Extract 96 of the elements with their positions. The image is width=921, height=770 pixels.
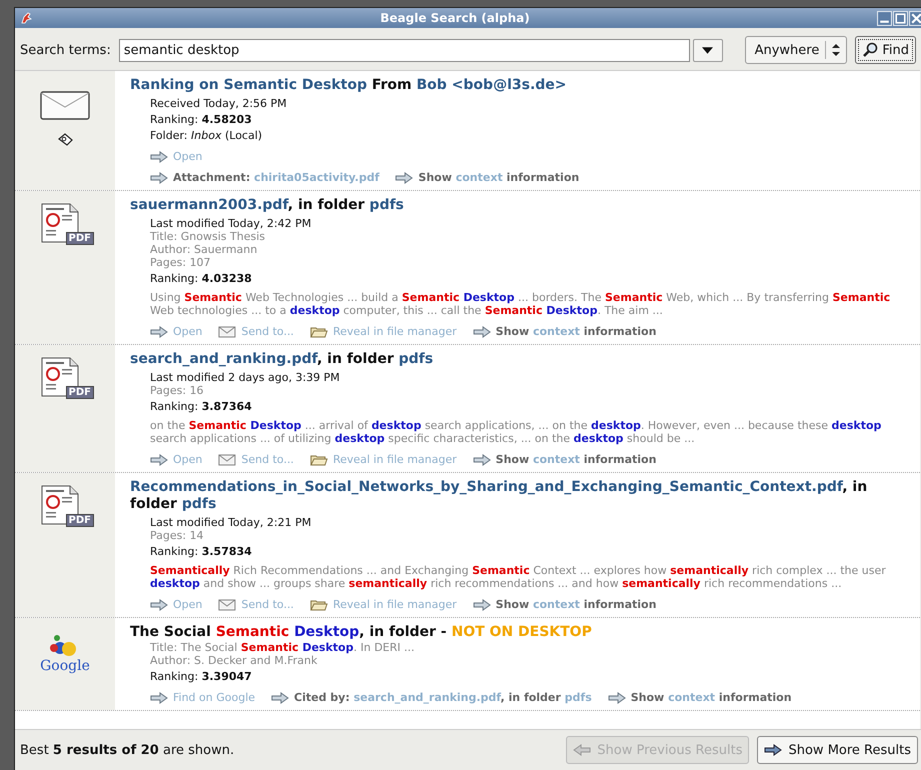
link[interactable]: chirita05activity.pdf	[254, 171, 380, 184]
folder-icon	[310, 326, 328, 338]
action-text: Show context information	[630, 691, 792, 704]
find-button[interactable]: Find	[855, 36, 916, 64]
action-link[interactable]: Send to...	[241, 325, 294, 338]
link[interactable]: search_and_ranking.pdf	[354, 691, 500, 704]
text-snippet: on the Semantic Desktop ... arrival of desktop search applications, ... on the desktop. However, even ... because these desktop search applications ... of utilizing desktop specific characteristics, ... on the desktop should be ...	[150, 419, 882, 445]
folder-icon	[310, 454, 328, 466]
result-detail: Ranking: 3.87364	[150, 400, 253, 413]
result-detail: Author: S. Decker and M.Frank	[150, 654, 318, 667]
arrow-icon	[395, 172, 414, 184]
arrow-icon	[150, 172, 168, 184]
action-text: Attachment: chirita05activity.pdf	[173, 171, 380, 184]
spinner-icon	[832, 44, 840, 56]
link[interactable]: search_and_ranking.pdf	[130, 351, 317, 367]
arrow-icon	[150, 598, 168, 610]
action-link[interactable]: Reveal in file manager	[332, 325, 457, 338]
link[interactable]: context	[532, 598, 580, 611]
result-detail: Last modified 2 days ago, 3:39 PM	[150, 371, 341, 384]
envelope-icon	[218, 454, 236, 466]
envelope-icon	[218, 598, 236, 610]
search-label: Search terms:	[20, 42, 111, 58]
result-detail: Received Today, 2:56 PM	[150, 97, 288, 110]
action-link[interactable]: Find on Google	[173, 691, 256, 704]
result-title: search_and_ranking.pdf, in folder pdfs	[130, 351, 434, 368]
result-detail: Ranking: 4.03238	[150, 272, 253, 285]
search-icon	[862, 42, 878, 58]
link[interactable]: context	[668, 691, 716, 704]
link[interactable]: Bob <bob@l3s.de>	[416, 77, 567, 93]
scope-select[interactable]: Anywhere	[744, 36, 848, 64]
maximize-icon[interactable]	[893, 10, 908, 26]
link[interactable]: context	[456, 171, 503, 184]
dropdown-button[interactable]	[692, 38, 723, 62]
close-icon[interactable]	[909, 10, 921, 26]
result-detail: Pages: 14	[150, 529, 205, 542]
result-title: Ranking on Semantic Desktop From Bob <bob@l3s.de>	[130, 77, 568, 94]
action-text: Show context information	[496, 325, 656, 338]
result-detail: Ranking: 3.39047	[150, 670, 253, 683]
action-text: Show context information	[496, 598, 656, 611]
envelope-icon	[40, 91, 90, 121]
arrow-icon	[472, 454, 491, 466]
result-detail: Ranking: 4.58203	[150, 113, 253, 126]
action-text: Show context information	[418, 171, 580, 184]
text-snippet: Using Semantic Web Technologies ... build a Semantic Desktop ... borders. The Semantic Web, which ... By transferring Semantic Web technologies ... to a desktop computer, this ... call the Semantic Desktop. The aim ...	[150, 291, 892, 317]
result-detail: Pages: 107	[150, 256, 212, 269]
more-results-button[interactable]: Show More Results	[757, 736, 918, 764]
result-detail: Title: Gnowsis Thesis	[150, 230, 266, 243]
link[interactable]: context	[532, 453, 580, 466]
arrow-icon	[150, 454, 168, 466]
search-field[interactable]: semantic desktop	[118, 38, 690, 62]
action-text: Cited by: search_and_ranking.pdf, in folder pdfs	[294, 691, 592, 704]
result-detail: Last modified Today, 2:21 PM	[150, 516, 312, 529]
arrow-icon	[150, 326, 168, 338]
action-link[interactable]: Send to...	[241, 598, 294, 611]
arrow-icon	[608, 692, 626, 704]
result-detail: Author: Sauermann	[150, 243, 258, 256]
action-link[interactable]: Open	[173, 325, 202, 338]
google-logo: Google	[40, 634, 90, 674]
result-title: sauermann2003.pdf, in folder pdfs	[130, 197, 405, 214]
arrow-icon	[472, 598, 491, 610]
link[interactable]: pdfs	[564, 691, 592, 704]
action-link[interactable]: Reveal in file manager	[332, 598, 457, 611]
action-link[interactable]: Open	[173, 598, 202, 611]
link[interactable]: context	[532, 325, 580, 338]
result-title: The Social Semantic Desktop, in folder - NOT ON DESKTOP	[130, 624, 593, 641]
link[interactable]: Ranking on Semantic Desktop	[130, 77, 367, 93]
link[interactable]: sauermann2003.pdf	[130, 197, 288, 213]
result-detail: Pages: 16	[150, 384, 205, 397]
action-link[interactable]: Send to...	[241, 453, 294, 466]
link[interactable]: pdfs	[398, 351, 434, 367]
result-title: Recommendations_in_Social_Networks_by_Sharing_and_Exchanging_Semantic_Context.pdf, in folder pdfs	[130, 479, 868, 513]
folder-icon	[310, 598, 328, 610]
envelope-icon	[218, 326, 236, 338]
arrow-icon	[472, 326, 491, 338]
forward-arrow-icon	[764, 744, 782, 756]
status-text: Best 5 results of 20 are shown.	[20, 742, 234, 758]
text-snippet: Semantically Rich Recommendations ... and Exchanging Semantic Context ... explores how semantically rich complex ... the user desktop and show ... groups share semantically rich recommendations ... and how semantically rich recommendations ...	[150, 564, 887, 590]
action-link[interactable]: Reveal in file manager	[332, 453, 457, 466]
result-detail: Title: The Social Semantic Desktop. In DERI ...	[150, 641, 416, 654]
result-detail: Last modified Today, 2:42 PM	[150, 217, 312, 230]
action-link[interactable]: Open	[173, 453, 202, 466]
link[interactable]: pdfs	[182, 496, 216, 512]
window-title: Beagle Search (alpha)	[379, 11, 531, 25]
arrow-icon	[150, 150, 168, 162]
link[interactable]: pdfs	[369, 197, 404, 213]
caret-icon	[702, 46, 714, 54]
action-text: Show context information	[496, 453, 656, 466]
minimize-icon[interactable]	[877, 10, 892, 26]
result-detail: Ranking: 3.57834	[150, 545, 253, 558]
result-detail: Folder: Inbox (Local)	[150, 129, 264, 142]
action-link[interactable]: Open	[173, 150, 202, 163]
link[interactable]: Recommendations_in_Social_Networks_by_Sharing_and_Exchanging_Semantic_Context.pdf	[130, 479, 842, 495]
arrow-icon	[271, 692, 290, 704]
arrow-icon	[150, 692, 168, 704]
tag-icon	[57, 133, 73, 147]
back-arrow-icon	[573, 744, 592, 756]
